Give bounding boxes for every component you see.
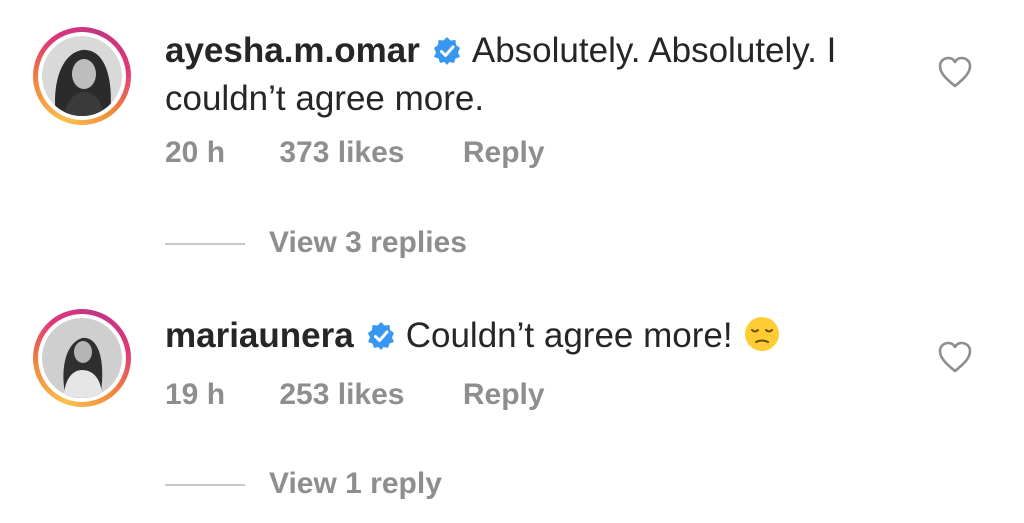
pensive-face-icon — [744, 317, 779, 351]
avatar[interactable] — [33, 309, 131, 407]
comment-meta: 19 h 253 likes Reply — [165, 378, 545, 412]
view-replies-label: View 1 reply — [269, 467, 442, 500]
comment-text-block: mariaunera Couldn’t agree more! — [165, 312, 925, 360]
view-replies-button[interactable]: View 1 reply — [165, 467, 442, 501]
avatar-photo — [42, 318, 122, 398]
comment-likes[interactable]: 253 likes — [279, 378, 404, 412]
verified-badge-icon — [367, 322, 394, 350]
comment-item: mariaunera Couldn’t agree more! 19 h 253… — [0, 0, 1024, 523]
heart-icon[interactable] — [937, 340, 973, 374]
comment-body: Couldn’t agree more! — [405, 316, 733, 355]
reply-button[interactable]: Reply — [463, 378, 545, 412]
comment-username[interactable]: mariaunera — [165, 316, 354, 355]
comment-time: 19 h — [165, 378, 226, 411]
replies-divider — [165, 484, 245, 487]
